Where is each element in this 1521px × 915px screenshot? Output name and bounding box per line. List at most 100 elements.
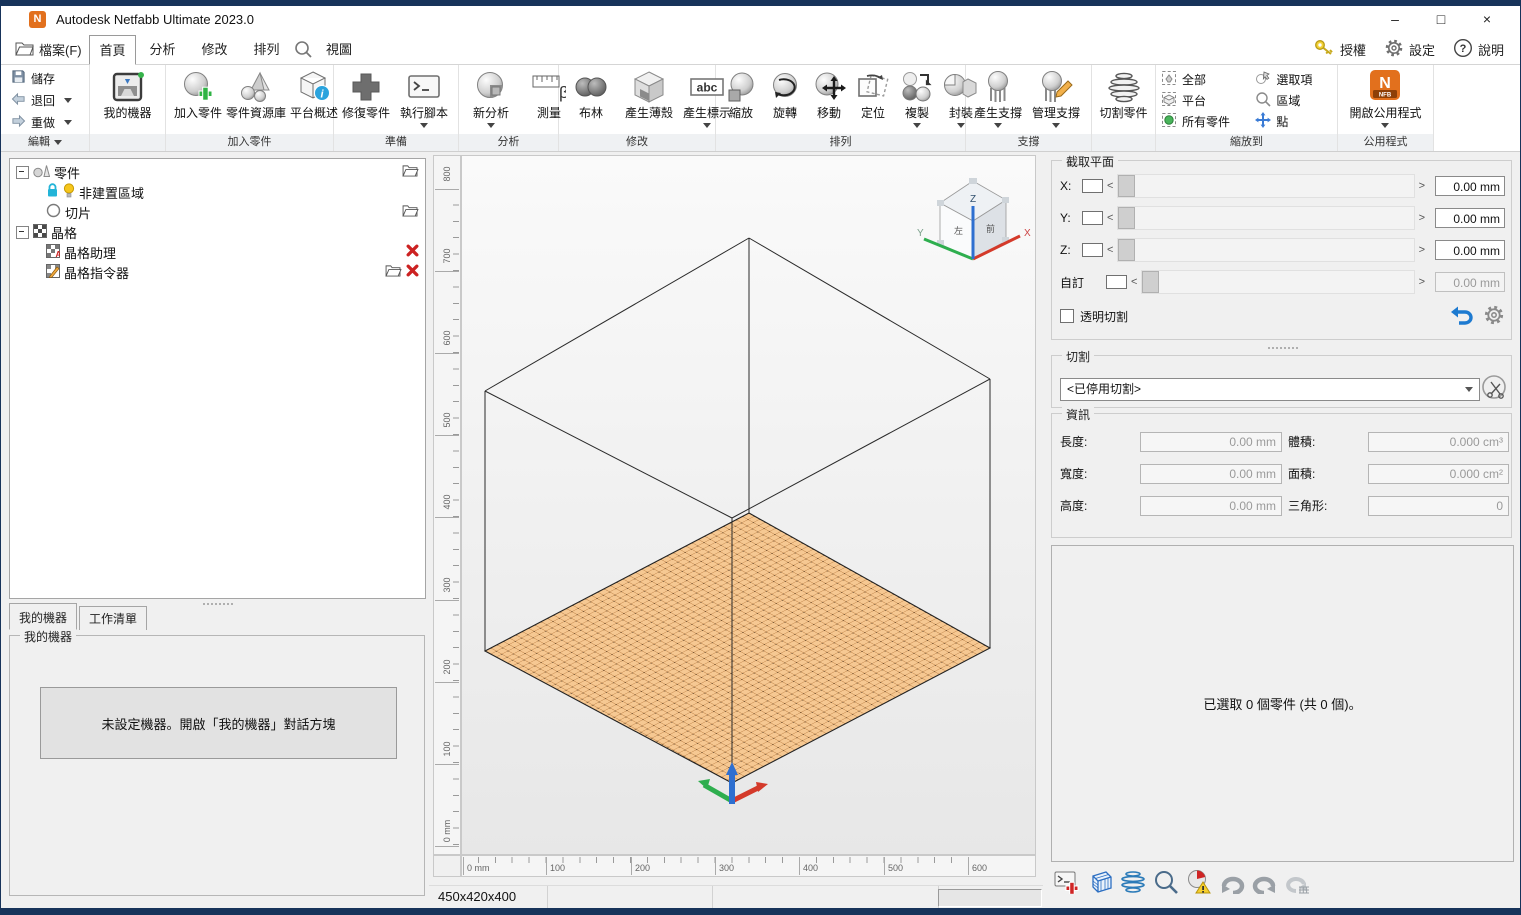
zoom-region-button[interactable]: 區域 <box>1255 92 1332 109</box>
delete-x-icon[interactable] <box>406 264 419 280</box>
undo-button[interactable]: 退回 <box>11 91 83 109</box>
file-menu-button[interactable]: 檔案(F) <box>9 37 88 62</box>
custom-plane-checkbox[interactable] <box>1106 275 1127 289</box>
open-utility-button[interactable]: NNFB 開啟公用程式 <box>1345 67 1425 134</box>
tree-item-lattice[interactable]: 晶格 <box>10 222 425 242</box>
y-plane-value[interactable]: 0.00 mm <box>1435 208 1505 228</box>
title-bar: N Autodesk Netfabb Ultimate 2023.0 – □ × <box>1 6 1520 33</box>
slider-thumb[interactable] <box>1118 207 1135 229</box>
support-sphere-icon <box>982 68 1014 106</box>
open-folder-icon[interactable] <box>402 164 419 180</box>
slider-left-arrow[interactable]: < <box>1103 180 1117 192</box>
search-icon[interactable] <box>294 40 313 64</box>
redo-button[interactable]: 重做 <box>11 113 83 131</box>
tab-analysis[interactable]: 分析 <box>139 35 186 65</box>
y-plane-checkbox[interactable] <box>1082 211 1103 225</box>
zoom-region-button[interactable] <box>1152 868 1180 896</box>
slider-right-arrow[interactable]: > <box>1415 276 1429 288</box>
tree-item-no-build-zone[interactable]: 非建置區域 <box>10 182 425 202</box>
machine-not-set-message[interactable]: 未設定機器。開啟「我的機器」對話方塊 <box>40 687 397 759</box>
slider-thumb[interactable] <box>1142 271 1159 293</box>
tab-worklist[interactable]: 工作清單 <box>79 606 147 630</box>
scissors-icon[interactable] <box>1481 374 1509 405</box>
panel-toolbar <box>1053 868 1312 896</box>
rotate-button[interactable]: 旋轉 <box>763 67 807 134</box>
manage-support-button[interactable]: 管理支撐 <box>1027 67 1085 134</box>
slider-thumb[interactable] <box>1118 239 1135 261</box>
zoom-all-parts-button[interactable]: 所有零件 <box>1161 113 1251 130</box>
viewport-canvas[interactable]: 左 前 Y X Z <box>461 155 1036 855</box>
tab-home[interactable]: 首頁 <box>89 35 136 65</box>
settings-button[interactable]: 設定 <box>1380 38 1439 61</box>
view-cube[interactable]: 左 前 Y X Z <box>917 178 1031 259</box>
add-script-button[interactable] <box>1053 868 1081 896</box>
y-plane-slider[interactable] <box>1117 206 1414 230</box>
slice-view-button[interactable] <box>1119 868 1147 896</box>
x-plane-slider[interactable] <box>1117 174 1414 198</box>
slider-right-arrow[interactable]: > <box>1415 212 1429 224</box>
slider-left-arrow[interactable]: < <box>1103 212 1117 224</box>
tree-item-slices[interactable]: 切片 <box>10 202 425 222</box>
rotate-platform-left-button[interactable] <box>1218 868 1246 896</box>
tab-my-machine[interactable]: 我的機器 <box>9 603 77 630</box>
gear-icon[interactable] <box>1483 304 1505 329</box>
z-plane-value[interactable]: 0.00 mm <box>1435 240 1505 260</box>
save-button[interactable]: 儲存 <box>11 69 83 87</box>
x-plane-checkbox[interactable] <box>1082 179 1103 193</box>
repair-part-button[interactable]: 修復零件 <box>337 67 395 134</box>
lattice-view-button[interactable] <box>1086 868 1114 896</box>
splitter-handle[interactable] <box>1049 344 1516 352</box>
create-support-button[interactable]: 產生支撐 <box>969 67 1027 134</box>
slider-left-arrow[interactable]: < <box>1103 244 1117 256</box>
delete-x-icon[interactable] <box>406 244 419 260</box>
lightbulb-icon[interactable] <box>63 183 75 201</box>
slider-right-arrow[interactable]: > <box>1415 244 1429 256</box>
cut-parts-button[interactable]: 切割零件 <box>1095 67 1153 134</box>
slider-thumb[interactable] <box>1118 175 1135 197</box>
analysis-warning-button[interactable] <box>1185 868 1213 896</box>
my-machine-button[interactable]: 我的機器 <box>99 67 157 134</box>
move-button[interactable]: 移動 <box>807 67 851 134</box>
help-button[interactable]: ? 說明 <box>1449 38 1508 61</box>
custom-plane-slider[interactable] <box>1141 270 1414 294</box>
slider-left-arrow[interactable]: < <box>1127 276 1141 288</box>
cuts-dropdown[interactable]: <已停用切割> <box>1060 378 1480 401</box>
open-folder-icon[interactable] <box>402 204 419 220</box>
z-plane-slider[interactable] <box>1117 238 1414 262</box>
reset-undo-icon[interactable] <box>1449 305 1473 328</box>
run-script-button[interactable]: 執行腳本 <box>395 67 453 134</box>
boolean-button[interactable]: 布林 <box>562 67 620 134</box>
close-button[interactable]: × <box>1464 6 1510 33</box>
zoom-all-button[interactable]: 全部 <box>1161 71 1251 88</box>
part-library-button[interactable]: 零件資源庫 <box>227 67 285 134</box>
group-label-edit[interactable]: 編輯 <box>1 134 89 151</box>
slider-right-arrow[interactable]: > <box>1415 180 1429 192</box>
maximize-button[interactable]: □ <box>1418 6 1464 33</box>
new-analysis-button[interactable]: 新分析 <box>462 67 520 134</box>
open-folder-icon[interactable] <box>385 264 402 280</box>
undo-icon <box>11 92 26 109</box>
x-plane-value[interactable]: 0.00 mm <box>1435 176 1505 196</box>
zoom-platform-button[interactable]: 平台 <box>1161 92 1251 109</box>
reset-platform-button[interactable] <box>1284 868 1312 896</box>
create-shell-button[interactable]: 產生薄殼 <box>620 67 678 134</box>
z-plane-checkbox[interactable] <box>1082 243 1103 257</box>
duplicate-button[interactable]: 複製 <box>895 67 939 134</box>
zoom-point-button[interactable]: 點 <box>1255 113 1332 130</box>
rotate-platform-right-button[interactable] <box>1251 868 1279 896</box>
license-button[interactable]: 授權 <box>1309 39 1370 60</box>
tab-view[interactable]: 視圖 <box>319 35 359 65</box>
add-part-button[interactable]: 加入零件 <box>169 67 227 134</box>
scale-button[interactable]: 縮放 <box>719 67 763 134</box>
tree-item-parts[interactable]: 零件 <box>10 162 425 182</box>
transparent-cut-checkbox[interactable] <box>1060 309 1074 323</box>
zoom-selection-button[interactable]: 選取項 <box>1255 71 1332 88</box>
collapse-icon[interactable] <box>16 226 29 239</box>
tree-item-lattice-commander[interactable]: 晶格指令器 <box>10 262 425 282</box>
position-button[interactable]: 定位 <box>851 67 895 134</box>
tab-arrange[interactable]: 排列 <box>243 35 290 65</box>
tree-item-lattice-assistant[interactable]: A 晶格助理 <box>10 242 425 262</box>
minimize-button[interactable]: – <box>1372 6 1418 33</box>
collapse-icon[interactable] <box>16 166 29 179</box>
tab-modify[interactable]: 修改 <box>191 35 238 65</box>
